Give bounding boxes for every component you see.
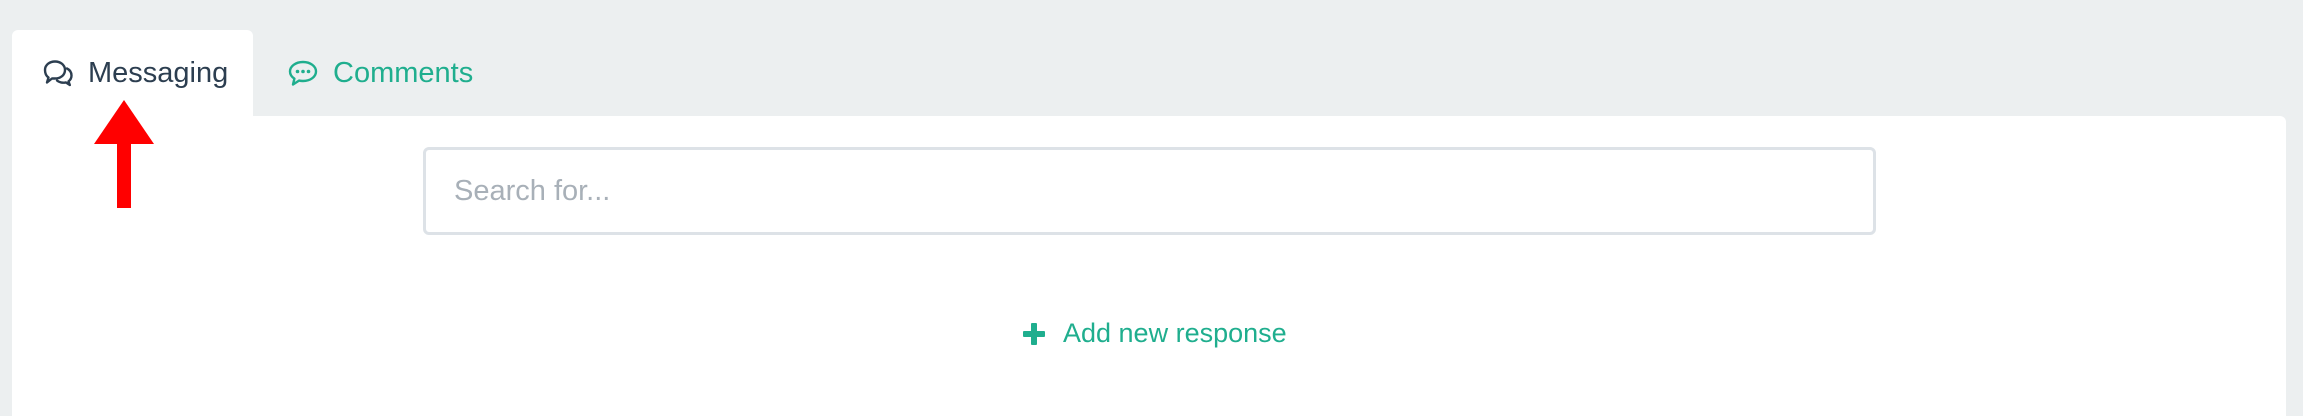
add-new-response-button[interactable]: Add new response xyxy=(1023,318,1287,349)
tab-comments[interactable]: Comments xyxy=(253,30,503,116)
tab-comments-label: Comments xyxy=(333,56,474,89)
comment-icon xyxy=(287,58,319,88)
annotation-arrow-icon xyxy=(94,100,154,208)
add-new-response-label: Add new response xyxy=(1063,318,1287,348)
search-input[interactable] xyxy=(423,147,1876,235)
tab-bar: Messaging Comments xyxy=(12,30,503,116)
plus-icon xyxy=(1023,322,1045,345)
tab-messaging-label: Messaging xyxy=(88,56,229,89)
chat-bubbles-icon xyxy=(42,58,74,88)
